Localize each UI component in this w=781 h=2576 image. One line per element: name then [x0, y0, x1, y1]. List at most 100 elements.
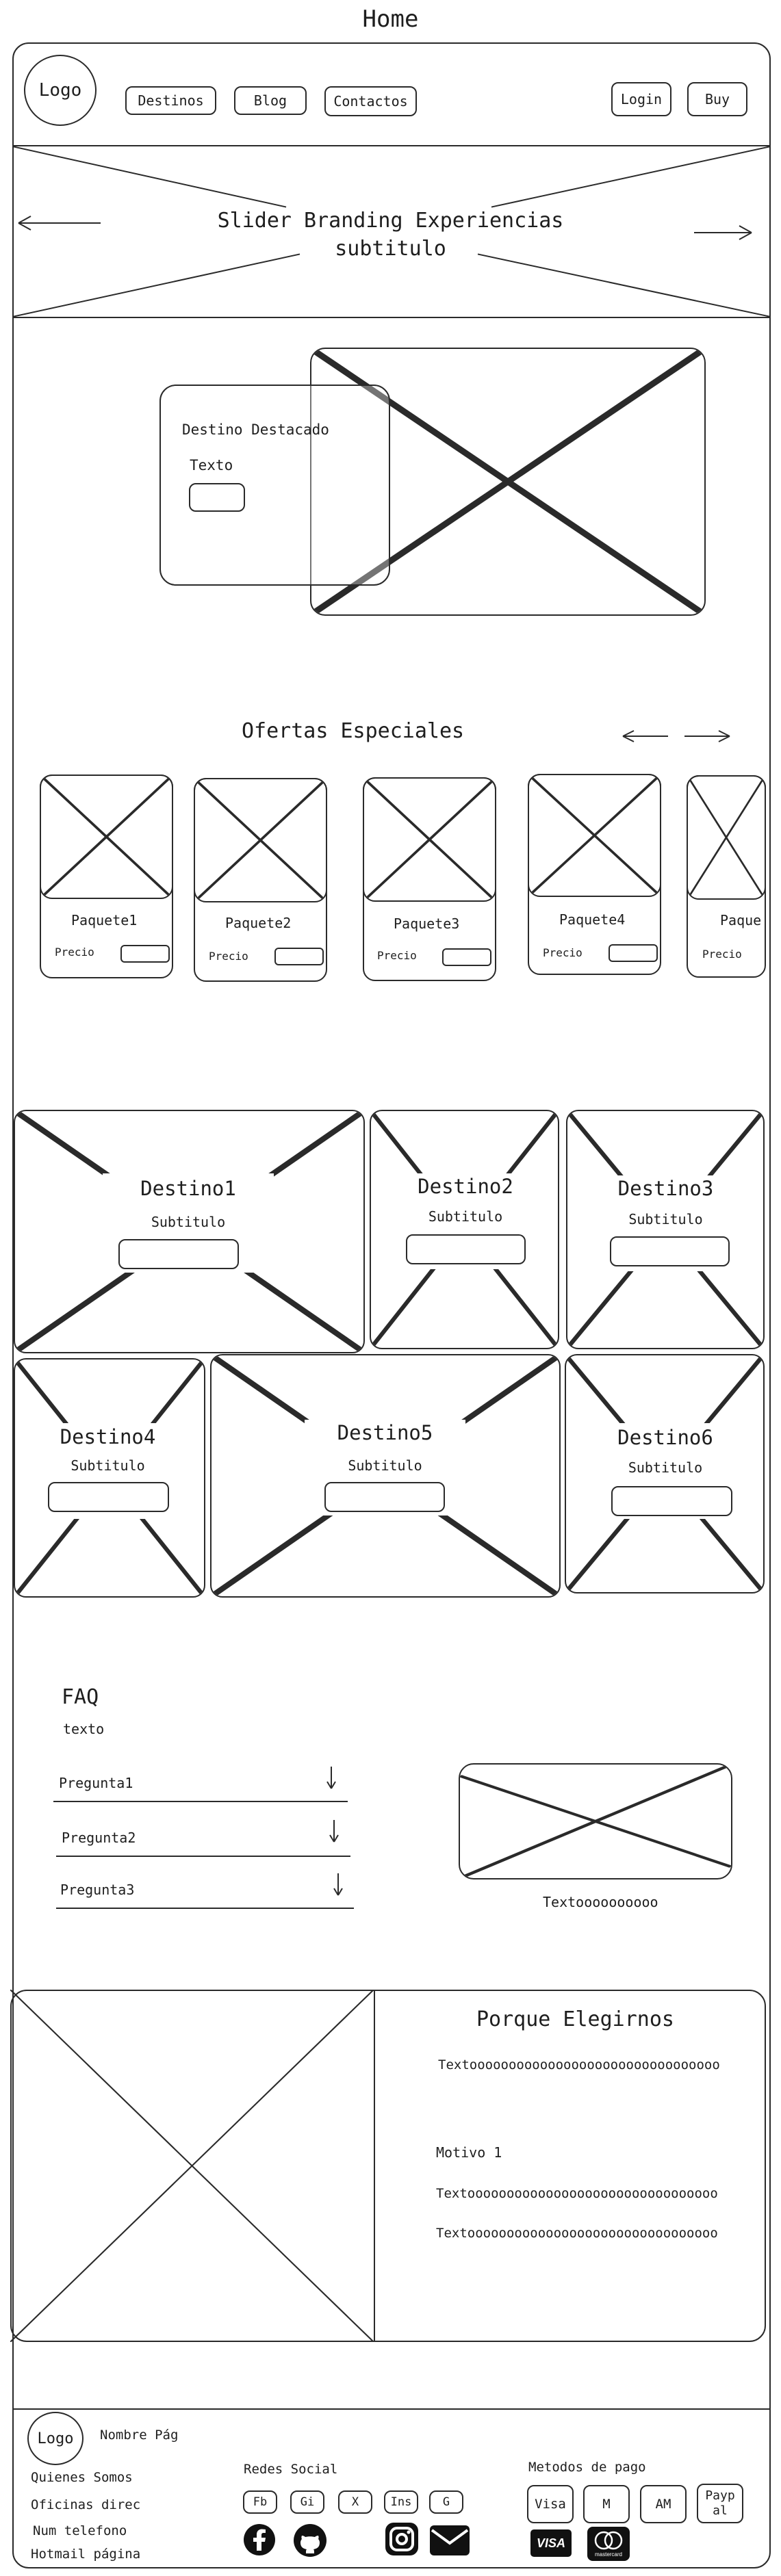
featured-text: Texto — [190, 457, 233, 473]
footer-divider — [12, 2408, 771, 2410]
github-icon[interactable] — [293, 2523, 327, 2558]
destination-button[interactable] — [324, 1482, 445, 1512]
package-button[interactable] — [120, 945, 170, 963]
package-image — [194, 778, 327, 902]
destination-button[interactable] — [118, 1239, 239, 1269]
package-button[interactable] — [442, 948, 491, 966]
mastercard-logo-icon: mastercard — [587, 2527, 630, 2561]
offers-title: Ofertas Especiales — [242, 719, 465, 743]
facebook-icon[interactable] — [243, 2523, 276, 2556]
destination-button[interactable] — [48, 1482, 169, 1512]
instagram-icon[interactable] — [385, 2522, 419, 2556]
why-text: Textoooooooooooooooooooooooooooooooo — [436, 2226, 718, 2241]
destination-subtitle: Subtitulo — [348, 1457, 422, 1474]
visa-logo-icon: VISA — [530, 2529, 572, 2557]
footer-link[interactable]: Hotmail página — [31, 2547, 140, 2562]
payment-title: Metodos de pago — [528, 2460, 646, 2475]
package-image — [687, 775, 766, 900]
payment-visa[interactable]: Visa — [527, 2485, 574, 2523]
destination-button[interactable] — [406, 1234, 526, 1264]
package-price: Precio — [209, 950, 248, 963]
faq-image — [459, 1763, 732, 1879]
destination-subtitle: Subtitulo — [71, 1457, 145, 1474]
faq-item[interactable]: Pregunta2 — [56, 1812, 350, 1857]
package-name: Paquete1 — [71, 912, 138, 928]
package-price: Precio — [543, 946, 582, 959]
hero-title: Slider Branding Experiencias — [217, 209, 564, 233]
featured-button[interactable] — [189, 483, 245, 512]
destination-name: Destino4 — [60, 1425, 156, 1448]
destination-subtitle: Subtitulo — [628, 1459, 703, 1476]
why-motive: Motivo 1 — [436, 2144, 502, 2161]
social-button-g[interactable]: G — [429, 2490, 463, 2514]
footer-link[interactable]: Num telefono — [33, 2523, 127, 2538]
destination-button[interactable] — [611, 1486, 732, 1516]
faq-title: FAQ — [62, 1685, 99, 1709]
payment-am[interactable]: AM — [640, 2485, 687, 2523]
arrow-right-icon[interactable] — [693, 223, 753, 242]
login-button[interactable]: Login — [611, 82, 671, 116]
footer-logo[interactable]: Logo — [27, 2412, 84, 2465]
page-title: Home — [362, 5, 419, 33]
destination-button[interactable] — [610, 1236, 730, 1266]
social-button-fb[interactable]: Fb — [243, 2490, 277, 2514]
faq-item[interactable]: Pregunta1 — [53, 1758, 348, 1802]
package-price: Precio — [702, 948, 742, 961]
social-title: Redes Social — [244, 2462, 338, 2477]
hero-subtitle: subtitulo — [335, 237, 446, 261]
why-text: Textoooooooooooooooooooooooooooooooo — [438, 2057, 720, 2072]
header-logo-label: Logo — [38, 80, 82, 101]
header-logo[interactable]: Logo — [24, 55, 97, 126]
why-title: Porque Elegirnos — [476, 2007, 674, 2031]
offers-next-icon[interactable] — [683, 728, 731, 744]
faq-text: texto — [63, 1721, 105, 1737]
destination-subtitle: Subtitulo — [428, 1208, 503, 1225]
footer-logo-label: Logo — [37, 2430, 74, 2447]
payment-m[interactable]: M — [583, 2485, 630, 2523]
arrow-down-icon[interactable] — [329, 1819, 340, 1843]
faq-question: Pregunta2 — [62, 1830, 136, 1846]
package-button[interactable] — [609, 944, 658, 962]
package-price: Precio — [377, 949, 417, 962]
why-text: Textoooooooooooooooooooooooooooooooo — [436, 2186, 718, 2201]
arrow-down-icon[interactable] — [333, 1872, 344, 1897]
footer-page-name: Nombre Pág — [100, 2428, 179, 2443]
package-name: Paquete2 — [225, 915, 292, 931]
visa-logo-text: VISA — [536, 2536, 565, 2550]
nav-contactos[interactable]: Contactos — [324, 86, 417, 116]
package-name: Paquete4 — [559, 911, 626, 928]
social-button-ins[interactable]: Ins — [384, 2490, 418, 2514]
mastercard-logo-text: mastercard — [594, 2551, 622, 2558]
faq-question: Pregunta1 — [59, 1775, 133, 1791]
arrow-down-icon[interactable] — [326, 1765, 337, 1790]
arrow-left-icon[interactable] — [17, 213, 103, 233]
package-image — [528, 774, 661, 897]
footer-link[interactable]: Quienes Somos — [31, 2470, 133, 2485]
social-button-x[interactable]: X — [338, 2490, 372, 2514]
package-name: Paquete3 — [394, 915, 460, 932]
faq-item[interactable]: Pregunta3 — [56, 1866, 354, 1909]
payment-paypal[interactable]: Paypal — [697, 2484, 743, 2523]
nav-destinos[interactable]: Destinos — [125, 86, 216, 115]
offers-prev-icon[interactable] — [622, 728, 669, 744]
package-image — [363, 777, 496, 902]
nav-blog[interactable]: Blog — [234, 86, 307, 115]
destination-subtitle: Subtitulo — [628, 1211, 703, 1227]
destination-name: Destino6 — [617, 1426, 713, 1449]
destination-name: Destino1 — [140, 1177, 236, 1200]
package-image — [40, 775, 173, 899]
destination-name: Destino3 — [617, 1177, 714, 1200]
package-price: Precio — [55, 946, 94, 959]
why-image — [10, 1990, 375, 2342]
mail-icon[interactable] — [429, 2525, 470, 2556]
package-name: Paque — [720, 912, 762, 928]
destination-name: Destino5 — [337, 1421, 433, 1444]
buy-button[interactable]: Buy — [687, 82, 747, 116]
social-button-gi[interactable]: Gi — [290, 2490, 324, 2514]
package-button[interactable] — [274, 948, 324, 965]
destination-subtitle: Subtitulo — [151, 1214, 226, 1230]
faq-question: Pregunta3 — [60, 1882, 135, 1898]
featured-title: Destino Destacado — [182, 421, 329, 438]
footer-link[interactable]: Oficinas direc — [31, 2497, 140, 2512]
destination-name: Destino2 — [418, 1175, 513, 1198]
